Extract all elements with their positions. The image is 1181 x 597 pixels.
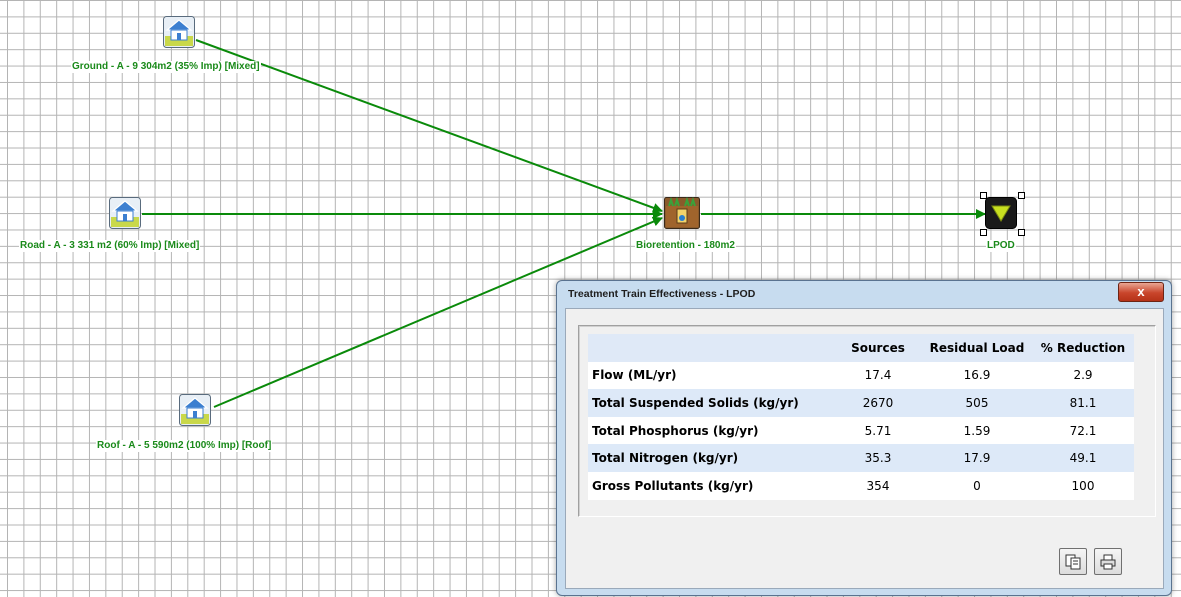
row-reduction: 81.1 [1069, 395, 1097, 410]
row-reduction: 100 [1071, 478, 1095, 493]
ground-source-node[interactable] [163, 16, 195, 48]
print-button[interactable] [1094, 548, 1122, 575]
bioretention-node-label: Bioretention - 180m2 [635, 240, 736, 252]
results-table-frame: Sources Residual Load % Reduction Flow (… [578, 325, 1156, 517]
table-row: Flow (ML/yr) 17.4 16.9 2.9 [588, 361, 1134, 390]
road-node-label: Road - A - 3 331 m2 (60% Imp) [Mixed] [19, 240, 201, 252]
lpod-node-label: LPOD [986, 240, 1016, 252]
row-residual: 17.9 [963, 451, 991, 466]
receiving-node-icon [985, 197, 1017, 229]
row-parameter: Gross Pollutants (kg/yr) [592, 478, 754, 493]
close-icon: x [1137, 284, 1145, 299]
row-sources: 5.71 [864, 423, 892, 438]
column-header-residual-load: Residual Load [929, 340, 1025, 355]
roof-source-node[interactable] [179, 394, 211, 426]
row-parameter: Total Nitrogen (kg/yr) [592, 451, 739, 466]
treatment-train-dialog: Treatment Train Effectiveness - LPOD x S… [556, 280, 1172, 596]
table-row: Total Phosphorus (kg/yr) 5.71 1.59 72.1 [588, 416, 1134, 445]
roof-node-label: Roof - A - 5 590m2 (100% Imp) [Roof] [96, 440, 273, 452]
row-residual: 16.9 [963, 368, 991, 383]
row-sources: 354 [866, 478, 890, 493]
link-ground-bioretention[interactable] [195, 39, 663, 213]
row-residual: 1.59 [963, 423, 991, 438]
table-row: Total Nitrogen (kg/yr) 35.3 17.9 49.1 [588, 444, 1134, 472]
lpod-node[interactable] [985, 197, 1017, 229]
row-residual: 505 [965, 395, 989, 410]
row-reduction: 49.1 [1069, 451, 1097, 466]
house-source-icon [179, 394, 211, 426]
row-parameter: Flow (ML/yr) [592, 368, 677, 383]
column-header-parameter [588, 334, 834, 362]
copy-button[interactable] [1059, 548, 1087, 575]
bioretention-node[interactable] [664, 196, 700, 229]
table-row: Total Suspended Solids (kg/yr) 2670 505 … [588, 389, 1134, 417]
row-residual: 0 [973, 478, 981, 493]
house-source-icon [109, 197, 141, 229]
selection-handle[interactable] [1018, 229, 1025, 236]
table-row: Gross Pollutants (kg/yr) 354 0 100 [588, 471, 1134, 500]
row-sources: 2670 [862, 395, 894, 410]
results-table: Sources Residual Load % Reduction Flow (… [588, 334, 1134, 500]
road-source-node[interactable] [109, 197, 141, 229]
selection-handle[interactable] [1018, 192, 1025, 199]
table-header-row: Sources Residual Load % Reduction [588, 334, 1134, 362]
column-header-reduction: % Reduction [1040, 340, 1126, 355]
bioretention-icon [664, 196, 700, 229]
row-reduction: 2.9 [1073, 368, 1093, 383]
selection-handle[interactable] [980, 229, 987, 236]
selection-handle[interactable] [980, 192, 987, 199]
row-reduction: 72.1 [1069, 423, 1097, 438]
row-sources: 35.3 [864, 451, 892, 466]
row-parameter: Total Suspended Solids (kg/yr) [592, 395, 799, 410]
copy-icon [1065, 554, 1081, 569]
dialog-body: Sources Residual Load % Reduction Flow (… [565, 308, 1164, 589]
close-button[interactable]: x [1118, 282, 1164, 302]
column-header-sources: Sources [851, 340, 905, 355]
row-parameter: Total Phosphorus (kg/yr) [592, 423, 759, 438]
ground-node-label: Ground - A - 9 304m2 (35% Imp) [Mixed] [71, 61, 261, 73]
house-source-icon [163, 16, 195, 48]
printer-icon [1100, 554, 1116, 569]
row-sources: 17.4 [864, 368, 892, 383]
dialog-title: Treatment Train Effectiveness - LPOD [568, 288, 756, 300]
